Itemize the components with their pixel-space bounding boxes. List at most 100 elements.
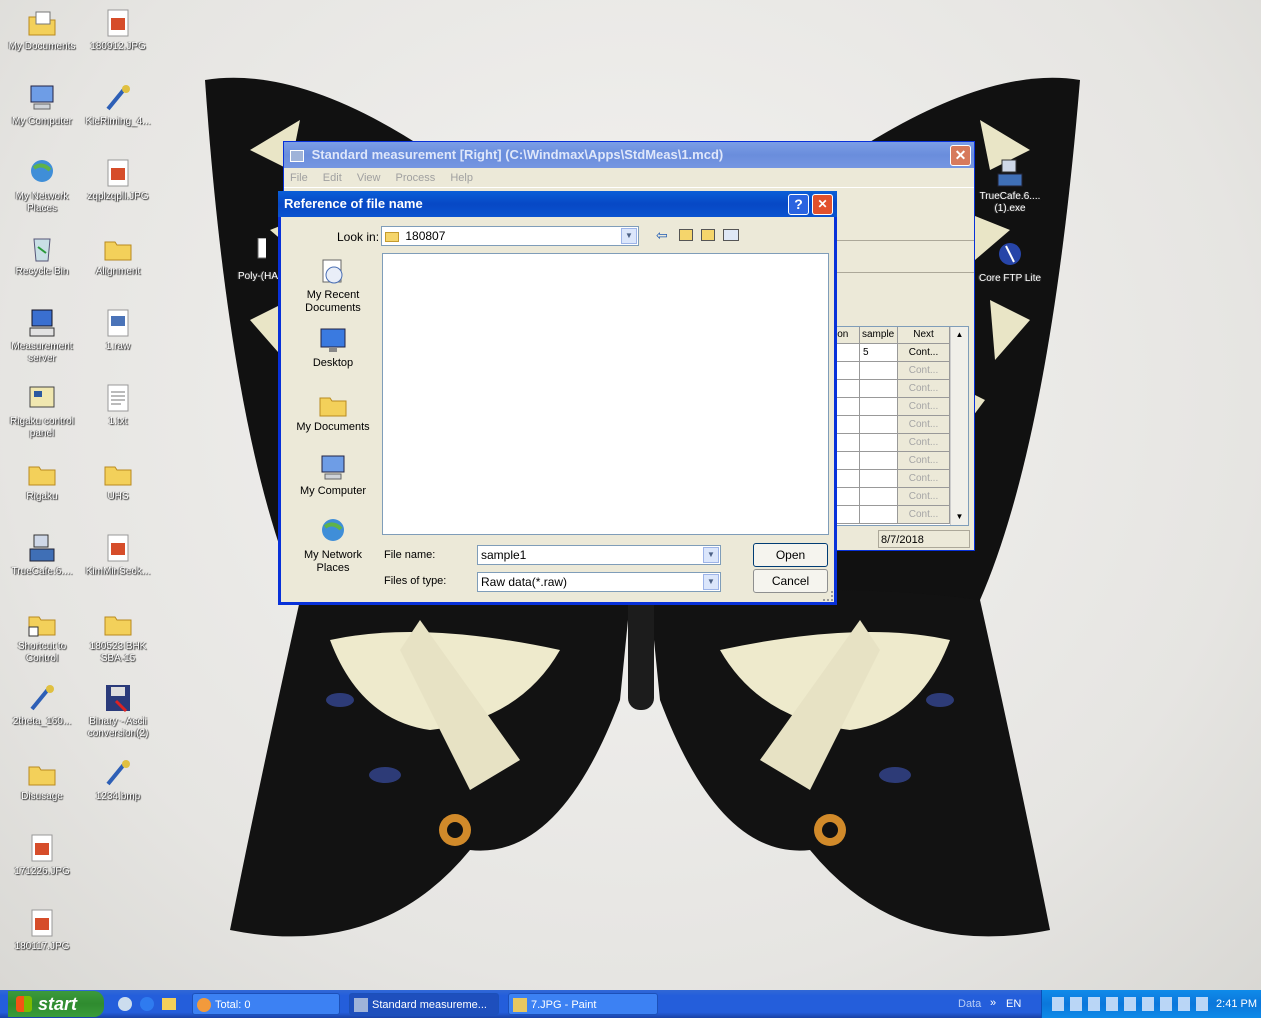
desktop-icon-partial[interactable]: Poly-(HA [222, 238, 278, 283]
view-menu-icon[interactable] [723, 229, 739, 241]
help-button[interactable]: ? [788, 194, 809, 215]
browser-quicklaunch-icon[interactable] [140, 997, 154, 1011]
start-button[interactable]: start [8, 991, 104, 1017]
table-row[interactable]: Cont... [833, 416, 968, 434]
desktop-icon[interactable]: Binary - Ascii conversion(2) [80, 683, 156, 740]
desktop-icon[interactable]: KimMinSeok... [80, 533, 156, 578]
scroll-down-arrow[interactable]: ▼ [951, 509, 968, 525]
desktop-icon[interactable]: TrueCafe.6.... [4, 533, 80, 578]
chevron-right-icon[interactable]: » [990, 990, 996, 1016]
menu-view[interactable]: View [357, 172, 381, 184]
open-button[interactable]: Open [753, 543, 828, 567]
desktop-icon[interactable]: 180912.JPG [80, 8, 156, 53]
chevron-down-icon[interactable]: ▼ [703, 547, 719, 563]
new-folder-icon[interactable] [701, 229, 715, 241]
table-row[interactable]: Cont... [833, 470, 968, 488]
sample-cell[interactable] [860, 380, 898, 398]
desktop-icon[interactable]: zqplzqpll.JPG [80, 158, 156, 203]
desktop-icon[interactable]: 180117.JPG [4, 908, 80, 953]
desktop-icon-core-ftp[interactable]: Core FTP Lite [972, 240, 1048, 285]
desktop-icon[interactable]: My Documents [4, 8, 80, 53]
back-icon[interactable]: ⇦ [656, 227, 668, 244]
chevron-down-icon[interactable]: ▼ [703, 574, 719, 590]
desktop-icon[interactable]: Rigaku control panel [4, 383, 80, 440]
desktop-icon[interactable]: 1.txt [80, 383, 156, 428]
data-toolbar-label[interactable]: Data [958, 990, 981, 1018]
sample-cell[interactable] [860, 362, 898, 380]
menu-process[interactable]: Process [396, 172, 436, 184]
desktop-icon[interactable]: Rigaku [4, 458, 80, 503]
table-scrollbar[interactable]: ▲ ▼ [950, 327, 968, 525]
sample-cell[interactable] [860, 434, 898, 452]
table-row[interactable]: Cont... [833, 380, 968, 398]
desktop-icon[interactable]: 171226.JPG [4, 833, 80, 878]
resize-grip-icon[interactable] [823, 591, 833, 601]
desktop-icon[interactable]: 180523 BHK SBA-15 [80, 608, 156, 665]
desktop-icon[interactable]: KieRiming_4... [80, 83, 156, 128]
table-row[interactable]: Cont... [833, 452, 968, 470]
desktop-icon[interactable]: UHS [80, 458, 156, 503]
menu-help[interactable]: Help [450, 172, 473, 184]
desktop-icon[interactable]: My Network Places [4, 158, 80, 215]
table-row[interactable]: Cont... [833, 488, 968, 506]
table-row[interactable]: Cont... [833, 434, 968, 452]
cancel-button[interactable]: Cancel [753, 569, 828, 593]
task-total[interactable]: Total: 0 [192, 993, 340, 1015]
continue-button[interactable]: Cont... [898, 398, 950, 416]
continue-button[interactable]: Cont... [898, 380, 950, 398]
ie-quicklaunch-icon[interactable] [118, 997, 132, 1011]
sample-cell[interactable] [860, 416, 898, 434]
continue-button[interactable]: Cont... [898, 362, 950, 380]
continue-button[interactable]: Cont... [898, 344, 950, 362]
tray-icons[interactable] [1052, 997, 1212, 1011]
sample-cell[interactable]: 5 [860, 344, 898, 362]
place-my-network-places[interactable]: My Network Places [289, 517, 377, 575]
table-row[interactable]: Cont... [833, 506, 968, 524]
place-my-computer[interactable]: My Computer [289, 453, 377, 498]
sample-cell[interactable] [860, 452, 898, 470]
sample-cell[interactable] [860, 506, 898, 524]
table-row[interactable]: Cont... [833, 362, 968, 380]
continue-button[interactable]: Cont... [898, 452, 950, 470]
desktop-icon[interactable]: 1234.bmp [80, 758, 156, 803]
up-folder-icon[interactable] [679, 229, 693, 241]
sample-cell[interactable] [860, 488, 898, 506]
continue-button[interactable]: Cont... [898, 470, 950, 488]
dialog-titlebar[interactable]: Reference of file name ? ✕ [278, 191, 837, 217]
language-indicator[interactable]: EN [1006, 990, 1021, 1018]
chevron-down-icon[interactable]: ▼ [621, 228, 637, 244]
desktop-icon[interactable]: Recycle Bin [4, 233, 80, 278]
sample-cell[interactable] [860, 470, 898, 488]
desktop-icon[interactable]: Measurement server [4, 308, 80, 365]
desktop-icon-truecafe-exe[interactable]: TrueCafe.6....(1).exe [972, 158, 1048, 215]
files-of-type-dropdown[interactable]: Raw data(*.raw) ▼ [477, 572, 721, 592]
file-list[interactable] [382, 253, 829, 535]
sample-cell[interactable] [860, 398, 898, 416]
table-row[interactable]: 5 Cont... [833, 344, 968, 362]
folder-quicklaunch-icon[interactable] [162, 998, 176, 1010]
look-in-dropdown[interactable]: 180807 ▼ [381, 226, 639, 246]
place-my-documents[interactable]: My Documents [289, 389, 377, 434]
desktop-icon[interactable]: 2theta_160... [4, 683, 80, 728]
close-button[interactable]: ✕ [950, 145, 971, 166]
window-titlebar[interactable]: Standard measurement [Right] (C:\Windmax… [284, 142, 974, 168]
reference-of-file-name-dialog[interactable]: Reference of file name ? ✕ Look in: 1808… [278, 191, 837, 605]
clock[interactable]: 2:41 PM [1216, 990, 1257, 1018]
desktop-icon[interactable]: Alignment [80, 233, 156, 278]
continue-button[interactable]: Cont... [898, 416, 950, 434]
place-my-recent-documents[interactable]: My Recent Documents [289, 257, 377, 315]
scroll-up-arrow[interactable]: ▲ [951, 327, 968, 343]
continue-button[interactable]: Cont... [898, 434, 950, 452]
menu-file[interactable]: File [290, 172, 308, 184]
task-paint[interactable]: 7.JPG - Paint [508, 993, 658, 1015]
table-row[interactable]: Cont... [833, 398, 968, 416]
desktop-icon[interactable]: Shortcut to Control [4, 608, 80, 665]
desktop-icon[interactable]: My Computer [4, 83, 80, 128]
file-name-field[interactable]: sample1 ▼ [477, 545, 721, 565]
place-desktop[interactable]: Desktop [289, 325, 377, 370]
continue-button[interactable]: Cont... [898, 506, 950, 524]
task-standard-measurement[interactable]: Standard measureme... [349, 993, 499, 1015]
menu-edit[interactable]: Edit [323, 172, 342, 184]
desktop-icon[interactable]: Disusage [4, 758, 80, 803]
desktop-icon[interactable]: 1.raw [80, 308, 156, 353]
